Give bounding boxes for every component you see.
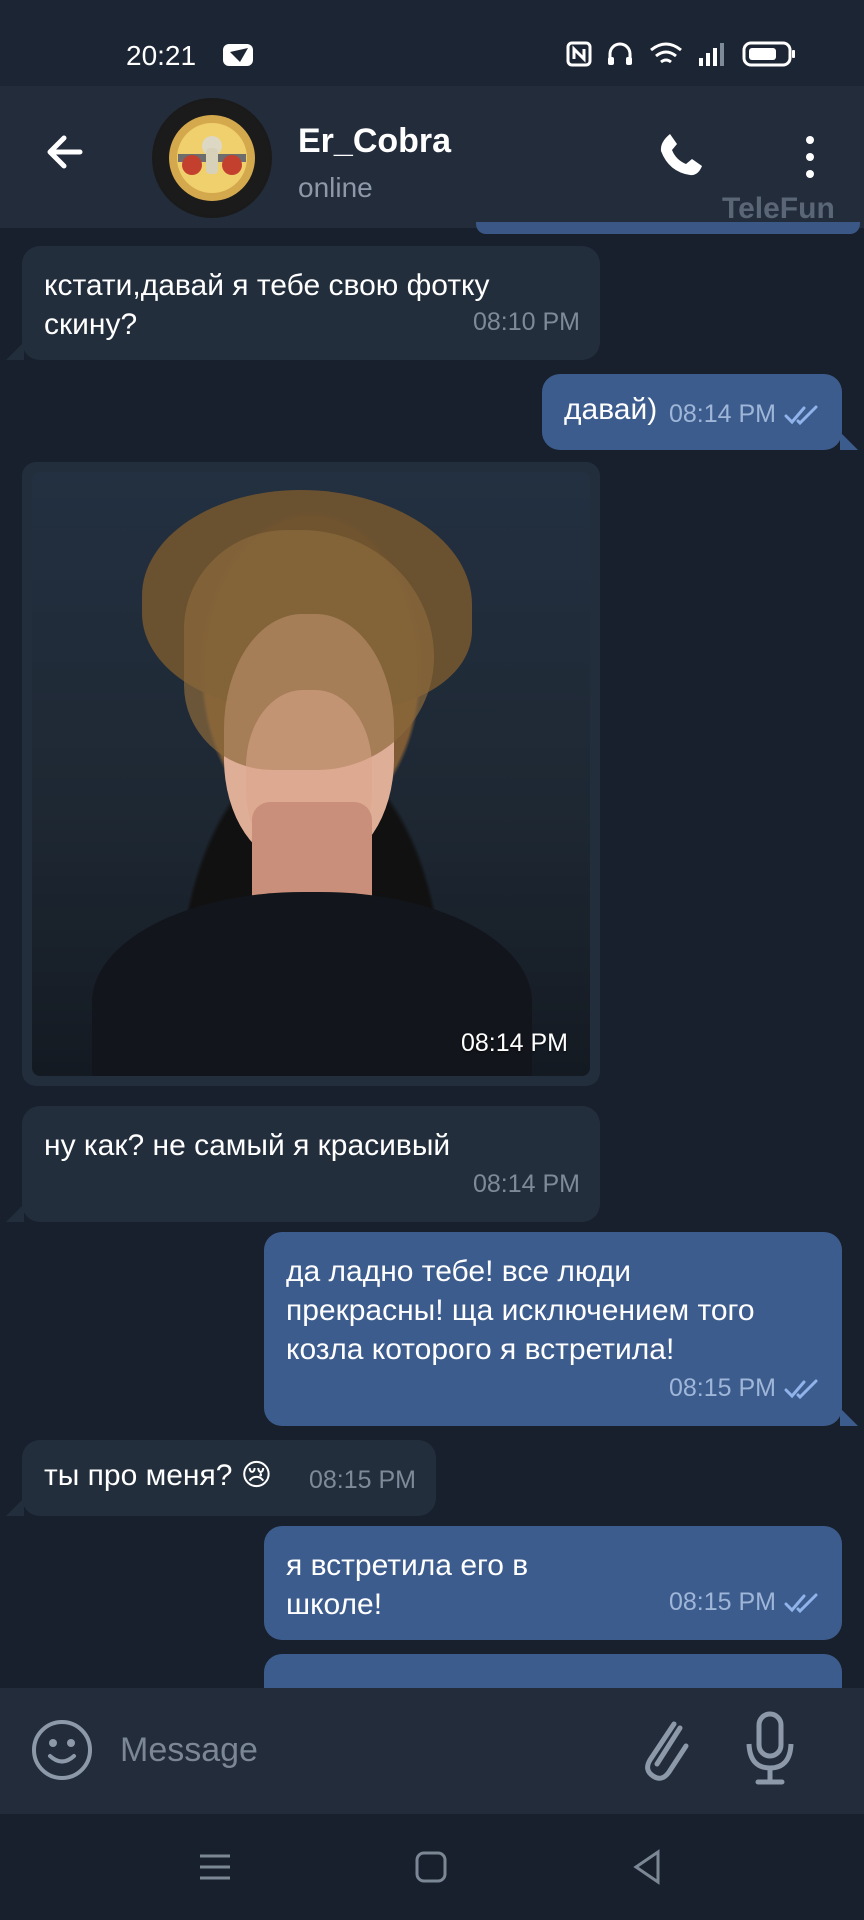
read-check-icon [784,1379,818,1399]
message-time: 08:15 PM [308,1466,416,1494]
wifi-icon [650,42,682,64]
menu-icon [200,1854,230,1880]
system-back-button[interactable] [624,1844,670,1890]
message-bubble-outgoing-partial[interactable] [264,1654,842,1688]
message-bubble-incoming[interactable]: ну как? не самый я красивый 08:14 PM [6,1106,600,1222]
contact-avatar[interactable] [152,98,272,218]
message-meta: 08:15 PM [309,1461,416,1500]
message-time: 08:14 PM [668,400,776,428]
app-notification-icon [222,42,256,73]
watermark: TeleFun [722,192,835,225]
back-icon [633,1849,660,1885]
bubble-tail [6,1498,24,1516]
message-bubble-incoming[interactable]: ты про меня? 😢 08:15 PM [6,1440,436,1516]
message-meta: 08:14 PM [473,1165,580,1204]
message-bubble-incoming[interactable]: кстати,давай я тебе свою фотку скину? 08… [6,246,600,360]
message-bubble-outgoing[interactable]: я встретила его в школе! 08:15 PM [264,1526,842,1640]
more-button[interactable] [794,132,826,182]
status-bar: 20:21 [0,0,864,86]
status-time: 20:21 [126,40,197,71]
message-text: ты про меня? 😢 [44,1459,273,1492]
back-arrow-icon [47,135,83,169]
message-composer [0,1688,864,1814]
avatar-logo-icon [154,100,270,216]
nfc-icon [566,41,592,67]
message-time: 08:14 PM [472,1170,580,1198]
photo-message[interactable]: 08:14 PM [22,462,600,1086]
message-input[interactable] [120,1714,600,1786]
contact-name[interactable]: Er_Cobra [298,122,451,161]
bubble-tail [840,1408,858,1426]
shared-photo[interactable]: 08:14 PM [32,472,590,1076]
photo-time: 08:14 PM [460,1029,568,1057]
message-bubble-outgoing[interactable]: да ладно тебе! все люди прекрасны! ща ис… [264,1232,858,1426]
message-time: 08:15 PM [668,1588,776,1616]
message-text: ну как? не самый я красивый [44,1129,451,1162]
message-meta: 08:15 PM [669,1583,822,1622]
battery-icon [742,41,795,67]
phone-icon [660,134,702,176]
attach-button[interactable] [628,1708,698,1788]
status-icons [566,40,796,68]
chat-header: Er_Cobra online TeleFun [0,86,864,228]
system-navigation-bar [0,1814,864,1920]
attach-icon [645,1721,689,1781]
bubble-tail [6,1204,24,1222]
microphone-icon [746,1711,794,1785]
message-text: давай) [564,393,658,426]
emoji-button[interactable] [30,1718,94,1782]
home-icon [415,1851,447,1883]
microphone-button[interactable] [742,1706,798,1790]
message-time: 08:10 PM [472,308,580,336]
headphones-icon [608,42,632,65]
message-meta: 08:10 PM [473,303,580,342]
contact-status: online [298,172,373,203]
message-list[interactable]: кстати,давай я тебе свою фотку скину? 08… [0,228,864,1688]
message-text: да ладно тебе! все люди прекрасны! ща ис… [286,1255,755,1366]
message-bubble-outgoing[interactable]: давай) 08:14 PM [542,374,858,450]
bubble-tail [840,432,858,450]
read-check-icon [784,405,818,425]
home-button[interactable] [408,1844,454,1890]
bubble-tail [6,342,24,360]
message-meta: 08:14 PM [669,395,822,434]
read-check-icon [784,1593,818,1613]
message-time: 08:15 PM [668,1374,776,1402]
call-button[interactable] [656,130,706,180]
emoji-icon [32,1720,92,1780]
more-vertical-icon [806,136,814,178]
message-text: я встретила его в школе! [286,1549,529,1621]
recent-apps-button[interactable] [192,1844,238,1890]
message-meta: 08:15 PM [669,1369,822,1408]
signal-icon [699,43,724,66]
back-button[interactable] [40,126,92,178]
